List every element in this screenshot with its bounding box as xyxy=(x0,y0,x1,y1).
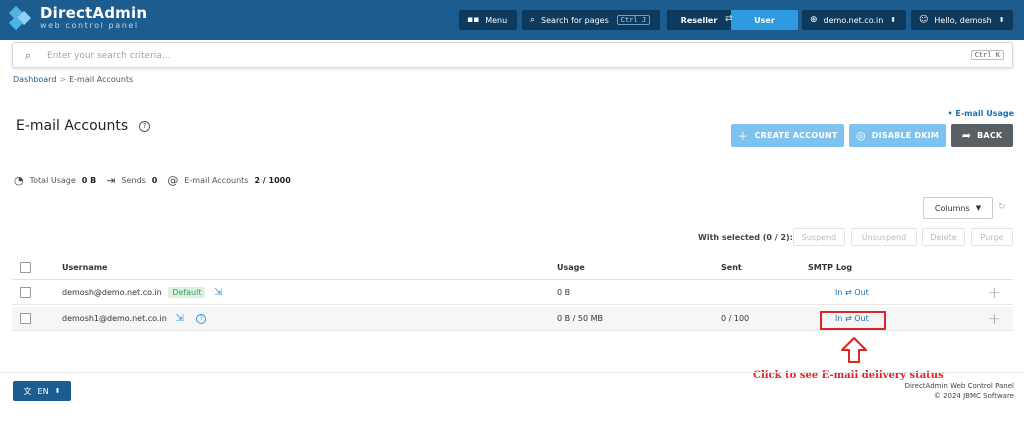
table-row: demosh@demo.net.co.in Default ⇲ 0 B In ⇄… xyxy=(12,281,1013,305)
search-icon: ⌕ xyxy=(25,49,32,62)
search-pages-button[interactable]: ⌕ Search for pages Ctrl J xyxy=(522,10,660,30)
logo-icon xyxy=(8,5,34,31)
user-menu[interactable]: ☺ Hello, demosh ⬍ xyxy=(911,10,1013,30)
search-input[interactable] xyxy=(47,47,947,64)
total-usage-value: 0 B xyxy=(81,176,97,185)
email-usage-link[interactable]: • E-mail Usage xyxy=(948,109,1015,118)
smtp-log-link[interactable]: In ⇄ Out xyxy=(835,288,869,297)
updown-icon: ⬍ xyxy=(890,16,897,24)
reseller-user-switch[interactable]: Reseller User ⇄ xyxy=(667,10,798,30)
table-header: Username Usage Sent SMTP Log xyxy=(12,256,1013,280)
search-pages-label: Search for pages xyxy=(541,15,609,25)
pie-icon: ◔ xyxy=(14,174,24,187)
plus-icon: ＋ xyxy=(737,129,749,143)
breadcrumb: Dashboard > E-mail Accounts xyxy=(13,75,133,84)
sent-cell: 0 / 100 xyxy=(721,314,750,323)
search-icon: ⌕ xyxy=(530,15,536,25)
row-checkbox[interactable] xyxy=(20,287,31,298)
select-all-checkbox[interactable] xyxy=(20,262,31,273)
translate-icon: 文 xyxy=(23,386,32,396)
greeting-label: Hello, demosh xyxy=(934,15,992,25)
username[interactable]: demosh@demo.net.co.in xyxy=(62,288,162,297)
grid-icon: ▪▪ xyxy=(467,15,480,25)
purge-button[interactable]: Purge xyxy=(971,228,1013,246)
row-checkbox[interactable] xyxy=(20,313,31,324)
expand-plus-icon[interactable]: + xyxy=(988,309,1001,328)
login-icon[interactable]: ⇲ xyxy=(175,313,183,324)
email-accounts-label: E-mail Accounts xyxy=(184,176,249,185)
account-stats: ◔ Total Usage 0 B ⇥ Sends 0 @ E-mail Acc… xyxy=(14,174,301,187)
caret-down-icon: ▼ xyxy=(975,204,982,212)
back-label: BACK xyxy=(977,131,1003,140)
create-account-label: CREATE ACCOUNT xyxy=(754,131,838,140)
annotation-highlight-box xyxy=(820,311,886,330)
default-badge: Default xyxy=(168,287,206,298)
back-button[interactable]: ➦ BACK xyxy=(951,124,1013,147)
total-usage-label: Total Usage xyxy=(29,176,76,185)
question-icon[interactable]: ? xyxy=(196,313,207,324)
logo[interactable]: DirectAdmin web control panel xyxy=(8,4,148,31)
user-circle-icon: ☺ xyxy=(919,15,929,25)
search-shortcut: Ctrl K xyxy=(970,50,1004,60)
menu-label: Menu xyxy=(485,15,508,25)
usage-cell: 0 B xyxy=(557,288,571,297)
question-icon[interactable]: ? xyxy=(139,121,150,132)
user-option[interactable]: User xyxy=(731,10,798,30)
suspend-button[interactable]: Suspend xyxy=(793,228,845,246)
login-icon[interactable]: ⇲ xyxy=(214,287,222,298)
updown-icon: ⬍ xyxy=(54,387,61,395)
logo-subtitle: web control panel xyxy=(40,21,139,30)
footer-product: DirectAdmin Web Control Panel xyxy=(904,382,1014,390)
unsuspend-button[interactable]: Unsuspend xyxy=(851,228,917,246)
language-label: EN xyxy=(37,386,49,396)
at-icon: @ xyxy=(167,174,179,187)
disable-dkim-label: DISABLE DKIM xyxy=(871,131,939,140)
with-selected-label: With selected (0 / 2): xyxy=(698,233,793,242)
sends-label: Sends xyxy=(121,176,146,185)
create-account-button[interactable]: ＋ CREATE ACCOUNT xyxy=(731,124,844,147)
search-pages-shortcut: Ctrl J xyxy=(616,15,651,25)
breadcrumb-separator: > xyxy=(59,75,67,84)
annotation-arrow-up-icon xyxy=(841,337,867,363)
username[interactable]: demosh1@demo.net.co.in xyxy=(62,314,167,323)
column-sent[interactable]: Sent xyxy=(721,263,742,272)
column-smtp-log: SMTP Log xyxy=(808,263,853,272)
column-usage[interactable]: Usage xyxy=(557,263,585,272)
swap-icon: ⇄ xyxy=(725,14,733,24)
username-cell: demosh1@demo.net.co.in ⇲ ? xyxy=(62,313,207,324)
columns-label: Columns xyxy=(934,203,970,213)
global-search: ⌕ Ctrl K xyxy=(12,42,1013,68)
sends-value: 0 xyxy=(151,176,158,185)
usage-cell: 0 B / 50 MB xyxy=(557,314,604,323)
globe-icon: ⊕ xyxy=(810,15,818,25)
updown-icon: ⬍ xyxy=(998,16,1005,24)
shield-icon: ◎ xyxy=(855,129,866,142)
breadcrumb-dashboard[interactable]: Dashboard xyxy=(13,75,56,84)
top-navbar: DirectAdmin web control panel ▪▪ Menu ⌕ … xyxy=(0,0,1024,40)
column-username[interactable]: Username xyxy=(62,263,107,272)
breadcrumb-current: E-mail Accounts xyxy=(69,75,134,84)
expand-plus-icon[interactable]: + xyxy=(988,283,1001,302)
delete-button[interactable]: Delete xyxy=(922,228,965,246)
email-accounts-value: 2 / 1000 xyxy=(254,176,291,185)
disable-dkim-button[interactable]: ◎ DISABLE DKIM xyxy=(849,124,946,147)
domain-label: demo.net.co.in xyxy=(823,15,884,25)
footer-divider xyxy=(0,372,1024,373)
menu-button[interactable]: ▪▪ Menu xyxy=(459,10,517,30)
footer-text: DirectAdmin Web Control Panel © 2024 JBM… xyxy=(905,381,1014,401)
refresh-icon[interactable]: ↻ xyxy=(998,202,1006,212)
footer-copyright: © 2024 JBMC Software xyxy=(933,392,1014,400)
language-selector[interactable]: 文 EN ⬍ xyxy=(13,381,71,401)
username-cell: demosh@demo.net.co.in Default ⇲ xyxy=(62,287,222,298)
domain-selector[interactable]: ⊕ demo.net.co.in ⬍ xyxy=(802,10,906,30)
share-arrow-icon: ➦ xyxy=(961,129,972,142)
reseller-option[interactable]: Reseller xyxy=(667,10,731,30)
columns-button[interactable]: Columns ▼ xyxy=(923,197,993,219)
send-icon: ⇥ xyxy=(106,174,116,187)
page-title: E-mail Accounts xyxy=(16,118,129,134)
logo-title: DirectAdmin xyxy=(40,4,148,22)
